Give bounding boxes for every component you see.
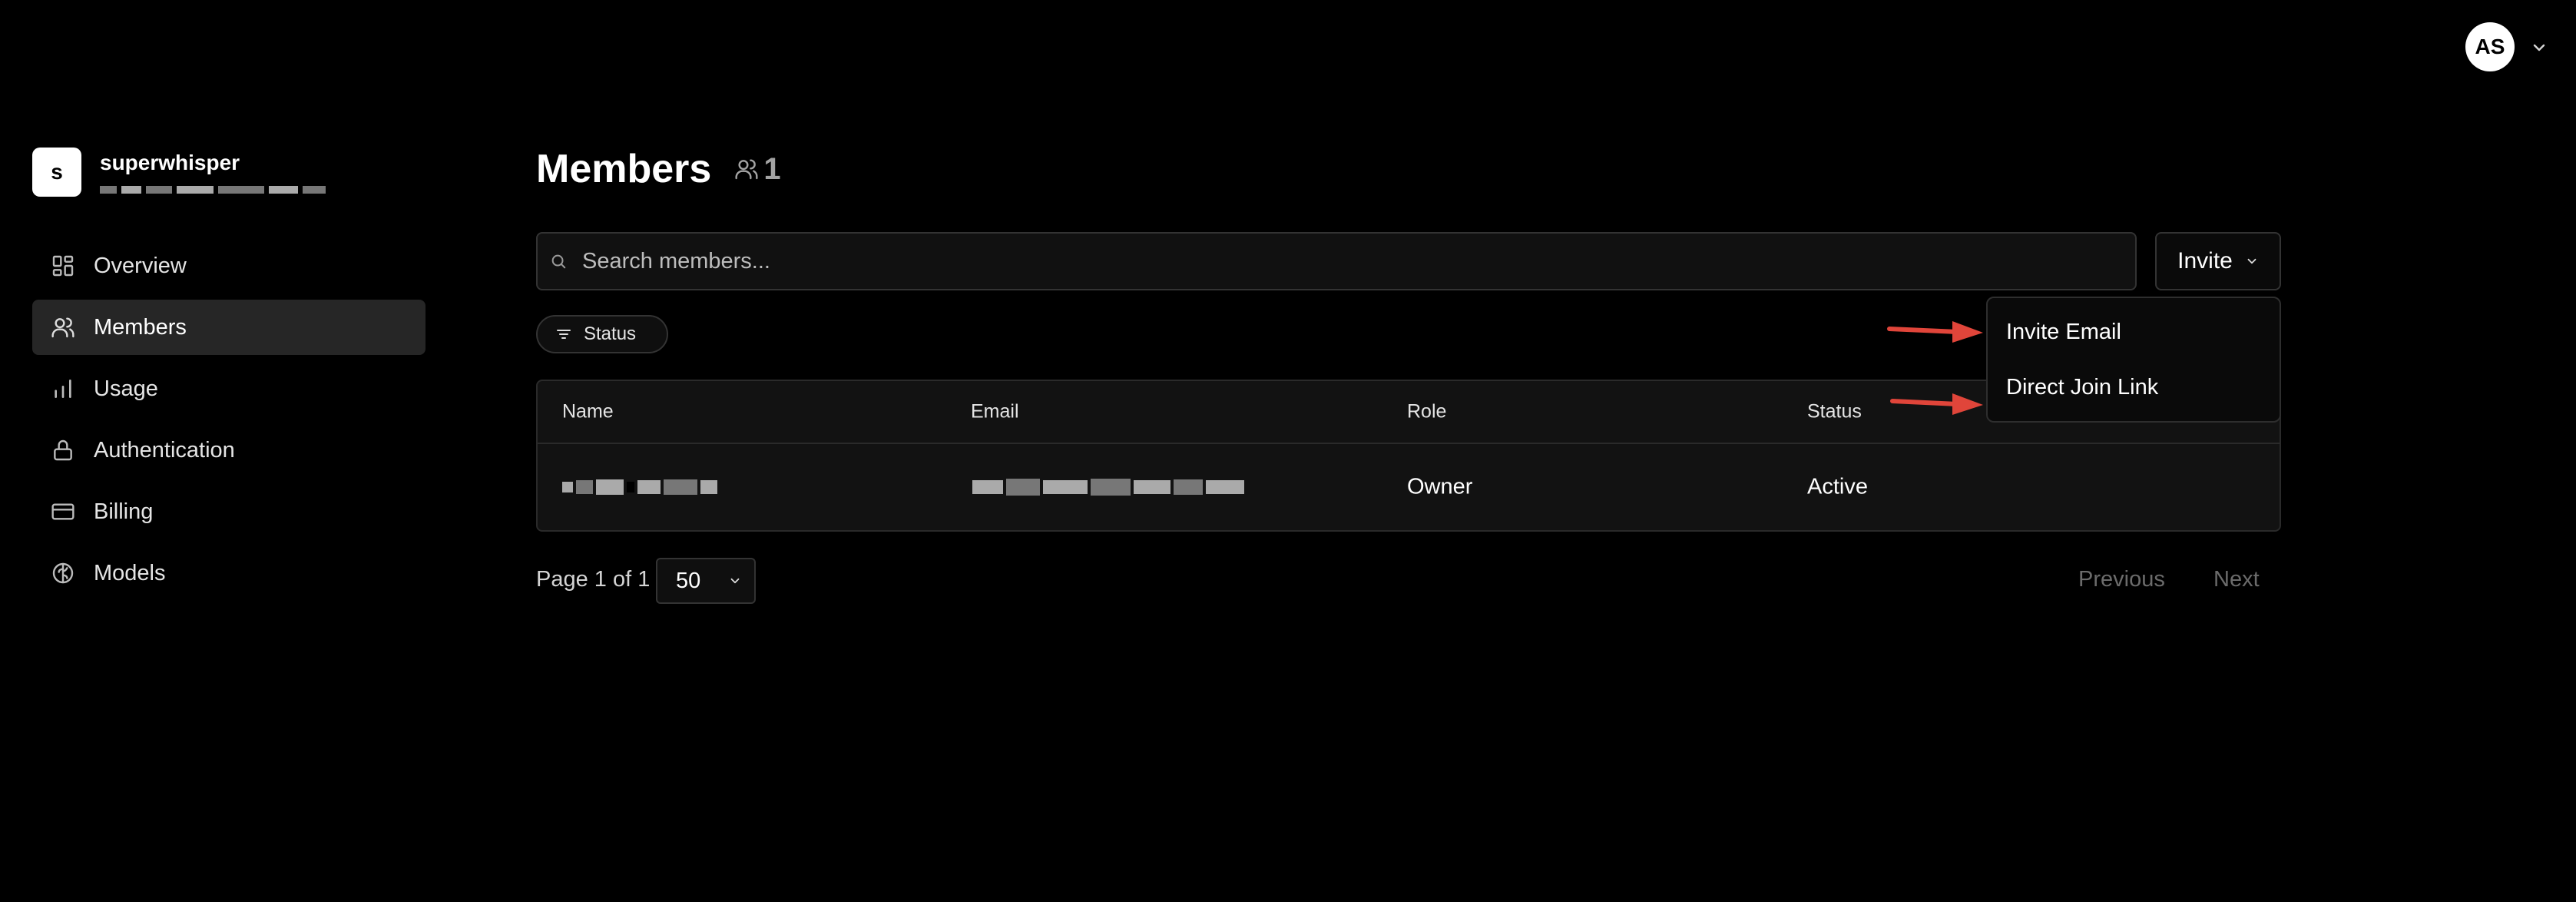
annotation-arrow-icon (1887, 321, 1983, 343)
users-icon (51, 317, 74, 338)
users-icon (735, 159, 758, 180)
member-name-redacted (562, 479, 717, 495)
page-header: Members 1 (536, 146, 781, 192)
member-email-redacted (972, 479, 1244, 496)
sidebar-item-label: Overview (94, 253, 187, 278)
member-role: Owner (1407, 474, 1473, 499)
sidebar-item-authentication[interactable]: Authentication (32, 423, 425, 478)
sidebar-item-usage[interactable]: Usage (32, 361, 425, 416)
chevron-down-icon[interactable] (2530, 38, 2548, 57)
search-box[interactable] (536, 232, 2137, 290)
column-header-name[interactable]: Name (562, 401, 614, 423)
user-avatar[interactable]: AS (2465, 22, 2515, 71)
sidebar-item-label: Models (94, 560, 166, 585)
org-switcher[interactable]: s superwhisper (32, 148, 326, 197)
chevron-down-icon (2247, 258, 2256, 264)
credit-card-icon (51, 503, 74, 520)
sidebar-item-label: Authentication (94, 437, 235, 463)
filter-icon (557, 330, 571, 339)
sidebar-nav: Overview Members Usage Authentication Bi… (32, 238, 425, 607)
table-row[interactable]: Owner Active (538, 444, 2280, 530)
search-icon (551, 254, 566, 269)
member-status: Active (1807, 474, 1868, 499)
invite-button[interactable]: Invite (2155, 232, 2281, 290)
sidebar-item-models[interactable]: Models (32, 546, 425, 601)
member-count: 1 (734, 151, 781, 187)
sidebar-item-billing[interactable]: Billing (32, 484, 425, 539)
status-filter-button[interactable]: Status (536, 315, 668, 353)
invite-dropdown-menu: Invite Email Direct Join Link (1986, 297, 2281, 423)
org-subtitle-redacted (100, 186, 326, 194)
menu-item-direct-join-link[interactable]: Direct Join Link (1988, 360, 2280, 415)
menu-item-invite-email[interactable]: Invite Email (1988, 304, 2280, 360)
next-page-button[interactable]: Next (2213, 567, 2260, 592)
search-input[interactable] (582, 248, 2041, 274)
bar-chart-icon (55, 380, 71, 398)
previous-page-button[interactable]: Previous (2078, 567, 2165, 592)
annotation-arrow-icon (1890, 393, 1983, 415)
sidebar-item-label: Usage (94, 376, 158, 401)
column-header-status[interactable]: Status (1807, 401, 1862, 423)
org-logo: s (32, 148, 81, 197)
page-size-value: 50 (676, 568, 701, 593)
sidebar-item-members[interactable]: Members (32, 300, 425, 355)
invite-label: Invite (2177, 248, 2233, 274)
sidebar-item-overview[interactable]: Overview (32, 238, 425, 293)
chevron-down-icon (730, 578, 740, 584)
member-count-value: 1 (763, 151, 781, 186)
grid-icon (52, 255, 74, 277)
column-header-role[interactable]: Role (1407, 401, 1446, 423)
column-header-email[interactable]: Email (971, 401, 1019, 423)
lock-icon (54, 439, 72, 461)
page-size-select[interactable]: 50 (656, 558, 756, 604)
sidebar-item-label: Billing (94, 499, 154, 524)
filter-label: Status (584, 323, 637, 344)
brain-icon (52, 562, 74, 584)
org-name: superwhisper (100, 151, 240, 174)
page-title: Members (536, 147, 712, 191)
sidebar-item-label: Members (94, 314, 187, 340)
page-indicator: Page 1 of 1 (536, 567, 651, 592)
